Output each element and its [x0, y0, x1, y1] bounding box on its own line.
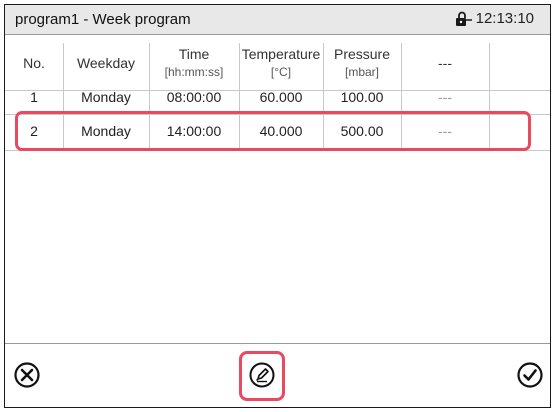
column-header-temperature: Temperature [°C] [241, 46, 321, 79]
screen: program1 - Week program 12:13:10 No. Wee… [4, 4, 551, 408]
column-header-weekday: Weekday [76, 55, 136, 71]
cancel-button[interactable] [13, 361, 41, 394]
table-header: No. Weekday Time [hh:mm:ss] Temperature … [5, 35, 550, 91]
table-row[interactable]: 1 Monday 08:00:00 60.000 100.00 --- [5, 91, 550, 105]
cell-temperature: 60.000 [259, 91, 303, 105]
lock-icon [455, 11, 473, 27]
check-circle-icon [516, 361, 544, 394]
status-area: 12:13:10 [455, 10, 534, 27]
column-header-extra: --- [438, 55, 452, 71]
cell-weekday: Monday [81, 91, 131, 105]
pencil-circle-icon [248, 361, 276, 394]
row-highlight [15, 111, 531, 151]
clock: 12:13:10 [475, 10, 534, 27]
column-header-time: Time [hh:mm:ss] [164, 46, 224, 79]
cell-time: 08:00:00 [166, 91, 222, 105]
confirm-button[interactable] [516, 361, 544, 394]
close-circle-icon [13, 361, 41, 394]
edit-button[interactable] [248, 361, 276, 394]
title-bar: program1 - Week program 12:13:10 [5, 5, 550, 35]
column-header-no: No. [23, 55, 45, 71]
window-title: program1 - Week program [15, 11, 191, 28]
footer-divider [5, 343, 550, 344]
cell-no: 1 [30, 91, 38, 105]
cell-pressure: 100.00 [340, 91, 384, 105]
cell-extra: --- [438, 91, 452, 105]
column-header-pressure: Pressure [mbar] [333, 46, 391, 79]
